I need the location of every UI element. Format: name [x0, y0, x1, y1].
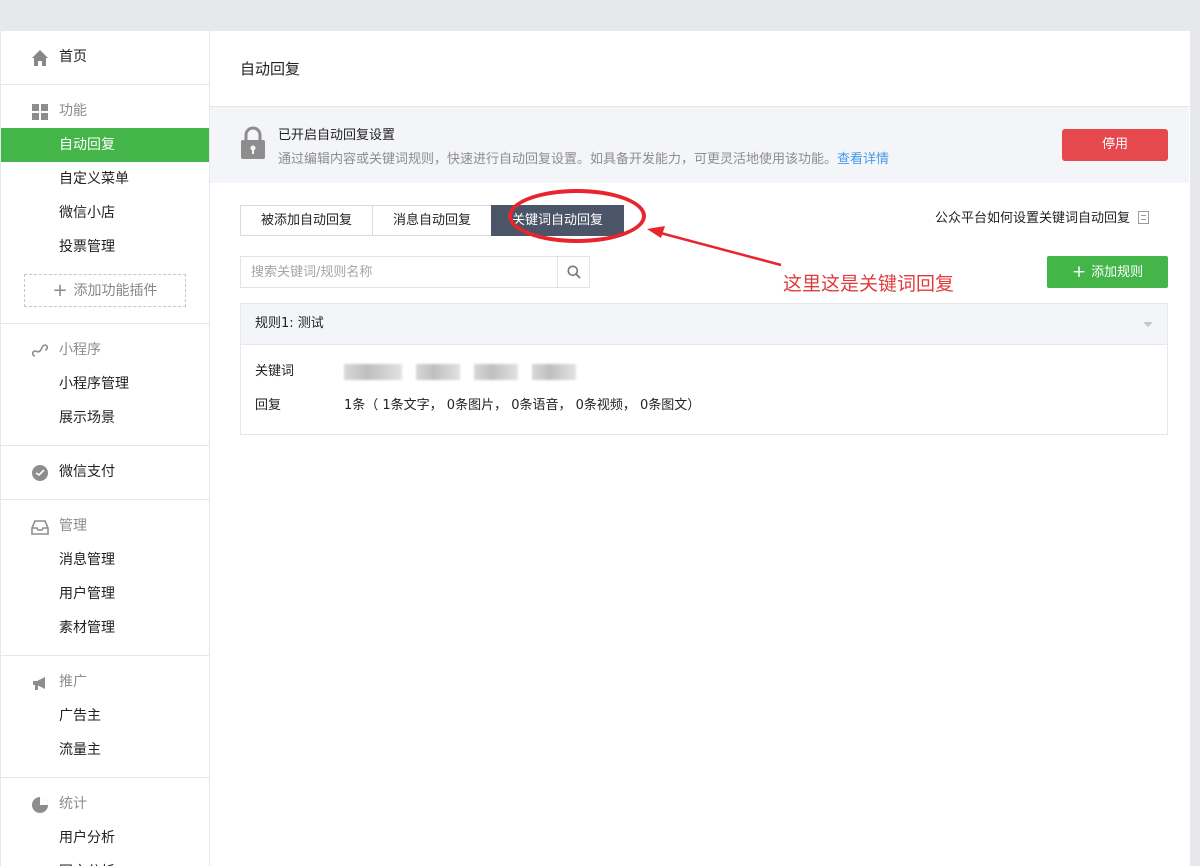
annotation-ellipse [508, 189, 646, 243]
annotation-arrow [647, 226, 782, 267]
add-plugin-label: 添加功能插件 [73, 283, 158, 299]
sidebar-item-publisher[interactable]: 流量主 [1, 733, 209, 767]
sidebar-item-user-management[interactable]: 用户管理 [1, 577, 209, 611]
caret-down-icon [1143, 322, 1153, 327]
nav-group-title-features: 功能 [1, 94, 209, 128]
redacted-keyword [474, 363, 518, 380]
pie-chart-icon [32, 797, 48, 813]
keyword-values-redacted [344, 355, 590, 389]
tab-message-auto-reply[interactable]: 消息自动回复 [372, 205, 492, 236]
main-content: 自动回复 已开启自动回复设置 通过编辑内容或关键词规则，快速进行自动回复设置。如… [210, 31, 1190, 866]
nav-group-label: 管理 [59, 518, 87, 534]
search-box [240, 256, 590, 288]
rule-keyword-row: 关键词 [241, 355, 1167, 389]
sidebar-item-display-scenes[interactable]: 展示场景 [1, 401, 209, 435]
nav-group-promotion: 推广 广告主 流量主 [1, 656, 209, 778]
sidebar-item-label: 首页 [59, 49, 87, 65]
search-input[interactable] [241, 257, 557, 287]
plus-icon: + [1071, 262, 1087, 282]
tab-added-auto-reply[interactable]: 被添加自动回复 [240, 205, 373, 236]
nav-group-label: 小程序 [59, 342, 101, 358]
grid-icon [32, 104, 48, 120]
nav-group-wechat-pay: 微信支付 [1, 446, 209, 500]
redacted-keyword [532, 363, 576, 380]
sidebar-item-wechat-store[interactable]: 微信小店 [1, 196, 209, 230]
sidebar-item-home[interactable]: 首页 [1, 40, 209, 74]
redacted-keyword [416, 363, 460, 380]
nav-group-statistics: 统计 用户分析 图文分析 [1, 778, 209, 866]
rule-title: 规则1: 测试 [255, 316, 324, 331]
sidebar-item-material-management[interactable]: 素材管理 [1, 611, 209, 645]
sidebar-item-custom-menu[interactable]: 自定义菜单 [1, 162, 209, 196]
document-icon [1138, 211, 1150, 224]
sidebar-item-advertiser[interactable]: 广告主 [1, 699, 209, 733]
annotation-text: 这里这是关键词回复 [783, 273, 955, 295]
sidebar-item-user-analysis[interactable]: 用户分析 [1, 821, 209, 855]
status-description: 通过编辑内容或关键词规则，快速进行自动回复设置。如具备开发能力，可更灵活地使用该… [278, 148, 889, 167]
nav-group-mini-program: 小程序 小程序管理 展示场景 [1, 324, 209, 446]
rule-reply-row: 回复 1条（ 1条文字， 0条图片， 0条语音， 0条视频， 0条图文） [241, 389, 1167, 423]
redacted-keyword [344, 363, 402, 380]
help-link-label: 公众平台如何设置关键词自动回复 [935, 211, 1131, 226]
view-details-link[interactable]: 查看详情 [837, 152, 889, 167]
help-link[interactable]: 公众平台如何设置关键词自动回复 [935, 207, 1150, 226]
sidebar-item-wechat-pay[interactable]: 微信支付 [1, 455, 209, 489]
nav-group-title-promotion: 推广 [1, 665, 209, 699]
home-icon [32, 50, 48, 66]
page-title: 自动回复 [210, 31, 1190, 107]
add-plugin-button[interactable]: + 添加功能插件 [24, 274, 186, 307]
reply-label: 回复 [255, 398, 282, 413]
search-icon [567, 265, 581, 279]
disable-button[interactable]: 停用 [1062, 129, 1168, 161]
megaphone-icon [33, 677, 45, 690]
browser-top-bar [0, 0, 1200, 31]
nav-group-title-management: 管理 [1, 509, 209, 543]
rule-header[interactable]: 规则1: 测试 [241, 304, 1167, 345]
nav-group-management: 管理 消息管理 用户管理 素材管理 [1, 500, 209, 656]
nav-group-label: 功能 [59, 103, 87, 119]
nav-group-title-statistics: 统计 [1, 787, 209, 821]
sidebar-item-article-analysis[interactable]: 图文分析 [1, 855, 209, 866]
inbox-icon [31, 520, 49, 535]
sidebar: 首页 功能 自动回复 自定义菜单 微信小店 投票管理 + 添加功能插件 小程序 小… [1, 31, 210, 866]
nav-group-features: 功能 自动回复 自定义菜单 微信小店 投票管理 + 添加功能插件 [1, 85, 209, 324]
sidebar-item-auto-reply[interactable]: 自动回复 [1, 128, 209, 162]
sidebar-item-mini-program-management[interactable]: 小程序管理 [1, 367, 209, 401]
lock-icon [241, 126, 265, 159]
app-window: 首页 功能 自动回复 自定义菜单 微信小店 投票管理 + 添加功能插件 小程序 小… [1, 31, 1190, 866]
status-title: 已开启自动回复设置 [278, 128, 396, 143]
nav-group-label: 微信支付 [59, 464, 115, 480]
mini-program-icon [31, 344, 49, 357]
plus-icon: + [52, 280, 68, 301]
status-bar: 已开启自动回复设置 通过编辑内容或关键词规则，快速进行自动回复设置。如具备开发能… [210, 107, 1189, 183]
reply-summary: 1条（ 1条文字， 0条图片， 0条语音， 0条视频， 0条图文） [344, 398, 701, 413]
status-description-text: 通过编辑内容或关键词规则，快速进行自动回复设置。如具备开发能力，可更灵活地使用该… [278, 152, 838, 167]
add-rule-label: 添加规则 [1091, 265, 1144, 280]
add-rule-button[interactable]: + 添加规则 [1047, 256, 1168, 288]
keyword-label: 关键词 [255, 364, 295, 379]
nav-group-title-mini-program: 小程序 [1, 333, 209, 367]
nav-group-home: 首页 [1, 31, 209, 85]
sidebar-item-message-management[interactable]: 消息管理 [1, 543, 209, 577]
wechat-pay-icon [32, 465, 48, 481]
rule-card: 规则1: 测试 关键词 回复 1条（ 1条文字， 0条图片， 0条语音， 0条视… [240, 303, 1168, 435]
nav-group-label: 推广 [59, 674, 87, 690]
search-button[interactable] [557, 257, 589, 287]
sidebar-item-vote-management[interactable]: 投票管理 [1, 230, 209, 264]
nav-group-label: 统计 [59, 796, 87, 812]
